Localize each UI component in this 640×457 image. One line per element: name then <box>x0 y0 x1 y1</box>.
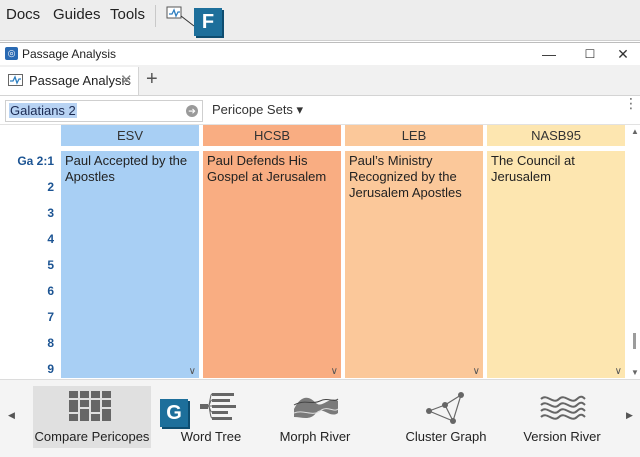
pericope-title: Paul Accepted by the Apostles <box>65 153 188 184</box>
expand-chevron-icon[interactable]: ∨ <box>189 366 196 377</box>
pericope-cell-nasb95[interactable]: The Council at Jerusalem ∨ <box>487 151 625 378</box>
verse-label[interactable]: 3 <box>0 206 54 220</box>
tool-label: Morph River <box>279 429 351 444</box>
word-tree-icon <box>200 393 236 420</box>
app-logo-icon: ◎ <box>5 47 18 60</box>
expand-chevron-icon[interactable]: ∨ <box>615 366 622 377</box>
minimize-button[interactable]: — <box>532 43 566 65</box>
go-arrow-icon[interactable]: ➔ <box>186 105 198 117</box>
pericope-cell-leb[interactable]: Paul’s Ministry Recognized by the Jerusa… <box>345 151 483 378</box>
top-menu-bar: Docs Guides Tools <box>0 0 640 41</box>
tab-label: Passage Analysis <box>29 73 131 88</box>
menu-tools[interactable]: Tools <box>110 6 145 23</box>
expand-chevron-icon[interactable]: ∨ <box>473 366 480 377</box>
menu-docs[interactable]: Docs <box>6 6 40 23</box>
tool-label: Word Tree <box>180 429 242 444</box>
close-window-button[interactable]: ✕ <box>606 43 640 65</box>
verse-label[interactable]: 7 <box>0 310 54 324</box>
tab-bar: Passage Analysis ✕ + <box>0 65 640 96</box>
tool-cluster-graph[interactable]: Cluster Graph <box>387 386 505 448</box>
tab-close-icon[interactable]: ✕ <box>120 71 133 89</box>
pericope-title: The Council at Jerusalem <box>491 153 575 184</box>
scroll-up-icon[interactable]: ▲ <box>631 127 639 136</box>
column-header-esv[interactable]: ESV <box>61 125 199 146</box>
window-title: Passage Analysis <box>22 47 117 61</box>
reference-input[interactable]: Galatians 2 ➔ <box>5 100 203 122</box>
passage-toolbar: Galatians 2 ➔ Pericope Sets ▾ ⋮ <box>0 96 640 125</box>
pericope-title: Paul Defends His Gospel at Jerusalem <box>207 153 327 184</box>
tab-passage-analysis[interactable]: Passage Analysis ✕ <box>0 67 139 95</box>
pericope-grid: ESV HCSB LEB NASB95 Paul Accepted by the… <box>0 125 640 378</box>
expand-chevron-icon[interactable]: ∨ <box>331 366 338 377</box>
more-options-icon[interactable]: ⋮ <box>624 96 638 110</box>
visual-gallery: ◀ Compare Pericopes Word Tree Morph Rive… <box>0 379 640 457</box>
menu-separator <box>155 5 156 27</box>
version-river-icon <box>540 395 586 420</box>
verse-label[interactable]: 2 <box>0 180 54 194</box>
column-header-leb[interactable]: LEB <box>345 125 483 146</box>
tool-compare-pericopes[interactable]: Compare Pericopes <box>33 386 151 448</box>
tool-label: Compare Pericopes <box>34 429 150 444</box>
verse-label[interactable]: Ga 2:1 <box>0 154 54 168</box>
pericope-cell-hcsb[interactable]: Paul Defends His Gospel at Jerusalem ∨ <box>203 151 341 378</box>
morph-river-icon <box>293 397 339 418</box>
window-titlebar: ◎ Passage Analysis — ☐ ✕ <box>0 43 640 65</box>
callout-badge-g: G <box>160 399 188 427</box>
column-header-hcsb[interactable]: HCSB <box>203 125 341 146</box>
pericope-title: Paul’s Ministry Recognized by the Jerusa… <box>349 153 462 200</box>
maximize-button[interactable]: ☐ <box>573 43 607 65</box>
tool-morph-river[interactable]: Morph River <box>256 386 374 448</box>
scroll-down-icon[interactable]: ▼ <box>631 368 639 377</box>
verse-label[interactable]: 9 <box>0 362 54 376</box>
pericope-cell-esv[interactable]: Paul Accepted by the Apostles ∨ <box>61 151 199 378</box>
callout-badge-f: F <box>194 8 222 36</box>
tool-label: Version River <box>523 429 601 444</box>
menu-guides[interactable]: Guides <box>53 6 101 23</box>
gallery-prev-arrow-icon[interactable]: ◀ <box>8 410 15 421</box>
new-tab-button[interactable]: + <box>146 68 158 91</box>
pericope-sets-dropdown[interactable]: Pericope Sets ▾ <box>212 102 303 118</box>
gallery-next-arrow-icon[interactable]: ▶ <box>626 410 633 421</box>
tool-label: Cluster Graph <box>405 429 487 444</box>
verse-label[interactable]: 8 <box>0 336 54 350</box>
reference-text[interactable]: Galatians 2 <box>9 103 77 118</box>
verse-label[interactable]: 6 <box>0 284 54 298</box>
cluster-graph-icon <box>426 392 464 424</box>
scroll-thumb[interactable] <box>633 333 636 349</box>
passage-analysis-tab-icon <box>8 74 23 86</box>
compare-pericopes-icon <box>69 391 111 421</box>
verse-label[interactable]: 5 <box>0 258 54 272</box>
column-header-nasb95[interactable]: NASB95 <box>487 125 625 146</box>
tool-version-river[interactable]: Version River <box>503 386 621 448</box>
vertical-scrollbar[interactable]: ▲ ▼ <box>629 125 640 378</box>
verse-label[interactable]: 4 <box>0 232 54 246</box>
passage-analysis-window: ◎ Passage Analysis — ☐ ✕ Passage Analysi… <box>0 42 640 457</box>
